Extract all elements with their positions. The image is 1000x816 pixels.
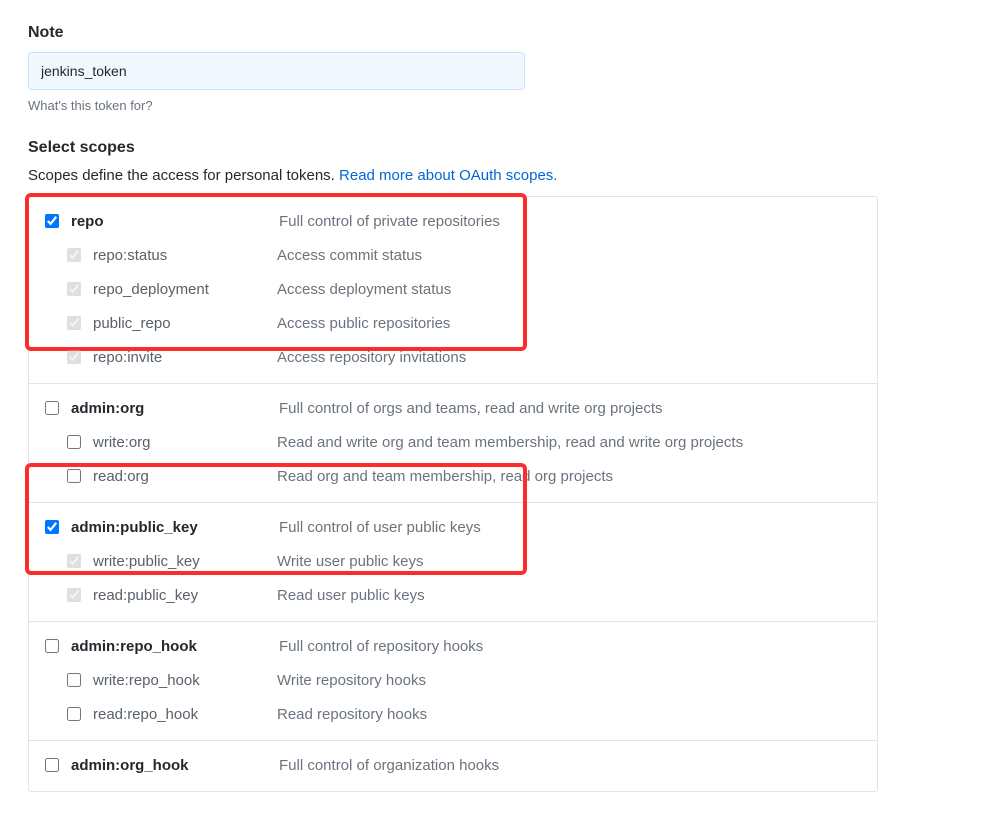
scope-row-write-public-key: write:public_key Write user public keys	[29, 545, 877, 579]
scopes-container: repo Full control of private repositorie…	[28, 196, 878, 792]
scope-name: read:repo_hook	[93, 706, 198, 723]
scope-name: repo:status	[93, 247, 167, 264]
scope-desc: Full control of organization hooks	[279, 757, 869, 774]
scope-name: repo	[71, 213, 104, 230]
scope-checkbox-public-repo[interactable]	[67, 316, 81, 330]
scope-desc: Full control of orgs and teams, read and…	[279, 400, 869, 417]
scope-desc: Read repository hooks	[277, 706, 869, 723]
note-input[interactable]	[28, 52, 525, 90]
scope-desc: Access public repositories	[277, 315, 869, 332]
scope-checkbox-admin-repo-hook[interactable]	[45, 639, 59, 653]
scope-row-read-repo-hook: read:repo_hook Read repository hooks	[29, 698, 877, 732]
scope-desc: Write user public keys	[277, 553, 869, 570]
scope-row-admin-repo-hook: admin:repo_hook Full control of reposito…	[29, 630, 877, 664]
scope-checkbox-read-org[interactable]	[67, 469, 81, 483]
scope-checkbox-read-repo-hook[interactable]	[67, 707, 81, 721]
scopes-heading: Select scopes	[28, 139, 972, 157]
scope-checkbox-repo-invite[interactable]	[67, 350, 81, 364]
scope-desc: Access commit status	[277, 247, 869, 264]
scope-group-repo: repo Full control of private repositorie…	[29, 197, 877, 384]
scope-row-repo: repo Full control of private repositorie…	[29, 205, 877, 239]
scope-row-read-public-key: read:public_key Read user public keys	[29, 579, 877, 613]
note-label: Note	[28, 24, 972, 42]
scope-name: admin:org_hook	[71, 757, 189, 774]
scope-checkbox-write-repo-hook[interactable]	[67, 673, 81, 687]
scope-checkbox-repo[interactable]	[45, 214, 59, 228]
scope-desc: Access repository invitations	[277, 349, 869, 366]
scope-checkbox-read-public-key[interactable]	[67, 588, 81, 602]
scope-checkbox-admin-org-hook[interactable]	[45, 758, 59, 772]
scope-row-write-org: write:org Read and write org and team me…	[29, 426, 877, 460]
scope-row-public-repo: public_repo Access public repositories	[29, 307, 877, 341]
scope-name: admin:repo_hook	[71, 638, 197, 655]
scope-name: read:org	[93, 468, 149, 485]
scope-name: write:repo_hook	[93, 672, 200, 689]
scope-row-repo-status: repo:status Access commit status	[29, 239, 877, 273]
scope-desc: Full control of private repositories	[279, 213, 869, 230]
scope-checkbox-repo-status[interactable]	[67, 248, 81, 262]
scope-row-repo-invite: repo:invite Access repository invitation…	[29, 341, 877, 375]
scope-name: repo:invite	[93, 349, 162, 366]
scope-checkbox-write-public-key[interactable]	[67, 554, 81, 568]
scopes-desc: Scopes define the access for personal to…	[28, 167, 972, 184]
scope-desc: Full control of repository hooks	[279, 638, 869, 655]
scope-row-read-org: read:org Read org and team membership, r…	[29, 460, 877, 494]
scope-checkbox-admin-public-key[interactable]	[45, 520, 59, 534]
scope-desc: Full control of user public keys	[279, 519, 869, 536]
scope-name: admin:org	[71, 400, 144, 417]
scope-group-admin-public-key: admin:public_key Full control of user pu…	[29, 503, 877, 622]
scope-desc: Read org and team membership, read org p…	[277, 468, 869, 485]
scope-desc: Access deployment status	[277, 281, 869, 298]
scope-row-admin-org: admin:org Full control of orgs and teams…	[29, 392, 877, 426]
scope-name: public_repo	[93, 315, 171, 332]
scope-row-admin-public-key: admin:public_key Full control of user pu…	[29, 511, 877, 545]
scope-desc: Write repository hooks	[277, 672, 869, 689]
scope-name: admin:public_key	[71, 519, 198, 536]
note-hint: What's this token for?	[28, 98, 972, 113]
scope-row-repo-deployment: repo_deployment Access deployment status	[29, 273, 877, 307]
scope-checkbox-repo-deployment[interactable]	[67, 282, 81, 296]
scope-desc: Read user public keys	[277, 587, 869, 604]
scope-group-admin-org-hook: admin:org_hook Full control of organizat…	[29, 741, 877, 791]
scope-group-admin-repo-hook: admin:repo_hook Full control of reposito…	[29, 622, 877, 741]
scope-name: write:org	[93, 434, 151, 451]
scope-row-write-repo-hook: write:repo_hook Write repository hooks	[29, 664, 877, 698]
scope-desc: Read and write org and team membership, …	[277, 434, 869, 451]
scope-row-admin-org-hook: admin:org_hook Full control of organizat…	[29, 749, 877, 783]
oauth-scopes-link[interactable]: Read more about OAuth scopes.	[339, 167, 557, 184]
scopes-desc-text: Scopes define the access for personal to…	[28, 167, 339, 184]
scope-name: read:public_key	[93, 587, 198, 604]
scope-group-admin-org: admin:org Full control of orgs and teams…	[29, 384, 877, 503]
scope-checkbox-write-org[interactable]	[67, 435, 81, 449]
scope-checkbox-admin-org[interactable]	[45, 401, 59, 415]
scope-name: write:public_key	[93, 553, 200, 570]
scope-name: repo_deployment	[93, 281, 209, 298]
